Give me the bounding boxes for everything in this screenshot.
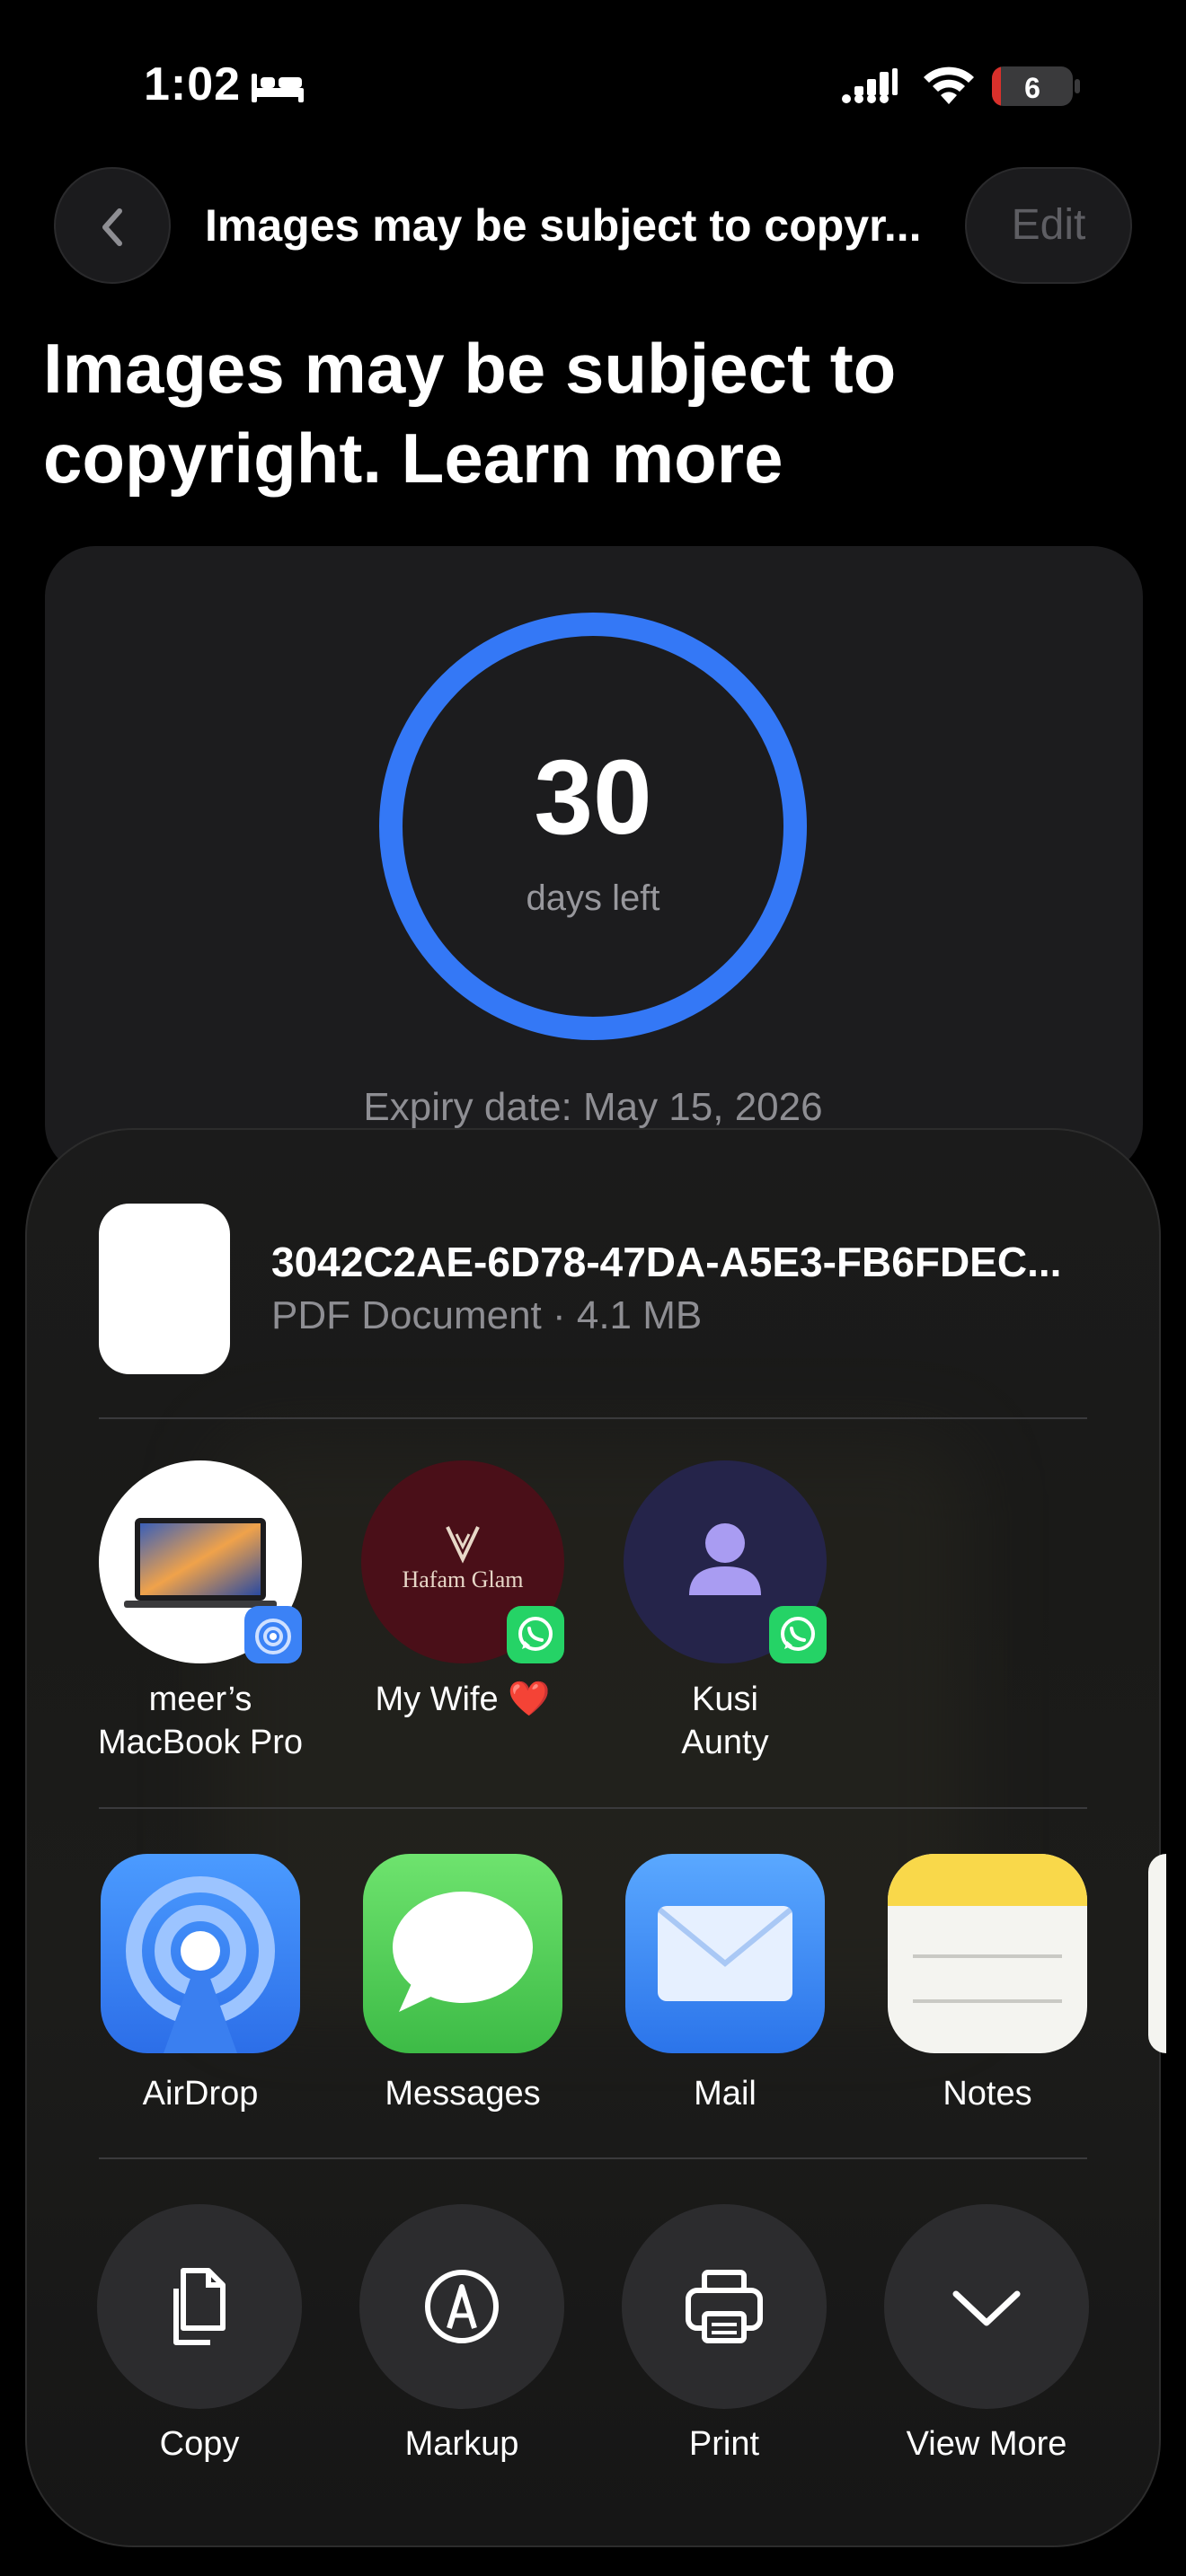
printer-icon [686,2270,763,2343]
file-name: 3042C2AE-6D78-47DA-A5E3-FB6FDEC... [271,1239,1062,1285]
app-label: Notes [943,2075,1032,2113]
app-label: Messages [385,2075,541,2113]
action-label: Copy [159,2425,240,2463]
divider [99,1417,1087,1419]
edit-button[interactable]: Edit [965,167,1132,284]
nav-title: Images may be subject to copyr... [205,200,922,251]
mail-icon[interactable] [625,1854,825,2053]
notes-icon[interactable] [888,1854,1087,2053]
status-time: 1:02 [144,58,242,110]
app-label: Mail [694,2075,757,2113]
battery-indicator: 6 [992,66,1073,106]
days-left-number: 30 [534,738,652,857]
person-name-line1: My Wife ❤️ [375,1681,551,1718]
battery-level: 6 [1024,72,1040,104]
next-app-icon-partial[interactable] [1148,1854,1166,2053]
action-label: View More [906,2425,1067,2463]
action-label: Print [688,2425,760,2463]
battery-cap [1075,79,1080,93]
chevron-left-icon [102,208,122,246]
expiry-date: Expiry date: May 15, 2026 [363,1085,823,1129]
avatar-text: Hafam Glam [402,1566,524,1592]
person-my-wife[interactable]: Hafam Glam [361,1460,564,1663]
divider [99,2157,1087,2159]
cellular-signal-icon [842,68,898,103]
markup-button[interactable] [359,2204,564,2409]
copy-icon [173,2268,226,2345]
app-label: AirDrop [142,2075,259,2113]
file-meta: PDF Document · 4.1 MB [271,1293,703,1337]
person-name-line2: MacBook Pro [97,1724,304,1761]
person-kusi-aunty[interactable] [624,1460,827,1663]
divider [99,1807,1087,1809]
person-name-line1: meer’s [148,1681,252,1718]
view-more-button[interactable] [884,2204,1089,2409]
person-name-line2: Aunty [681,1724,769,1761]
print-button[interactable] [622,2204,827,2409]
person-macbook[interactable] [99,1460,302,1663]
chevron-down-icon [952,2290,1021,2326]
whatsapp-badge-icon [507,1606,564,1663]
whatsapp-badge-icon [769,1606,827,1663]
wifi-icon [924,66,974,104]
bed-icon [252,74,304,102]
messages-icon[interactable] [363,1854,562,2053]
action-label: Markup [404,2425,519,2463]
person-name-line1: Kusi [692,1681,758,1718]
airdrop-badge-icon [244,1606,302,1663]
page-title: Images may be subject to copyright. Lear… [43,329,897,498]
logo-mark-icon [446,1526,480,1564]
copy-button[interactable] [97,2204,302,2409]
back-button[interactable] [54,167,171,284]
document-thumbnail [99,1204,230,1374]
markup-icon [425,2270,499,2343]
days-left-label: days left [526,878,660,918]
airdrop-icon[interactable] [101,1854,300,2053]
